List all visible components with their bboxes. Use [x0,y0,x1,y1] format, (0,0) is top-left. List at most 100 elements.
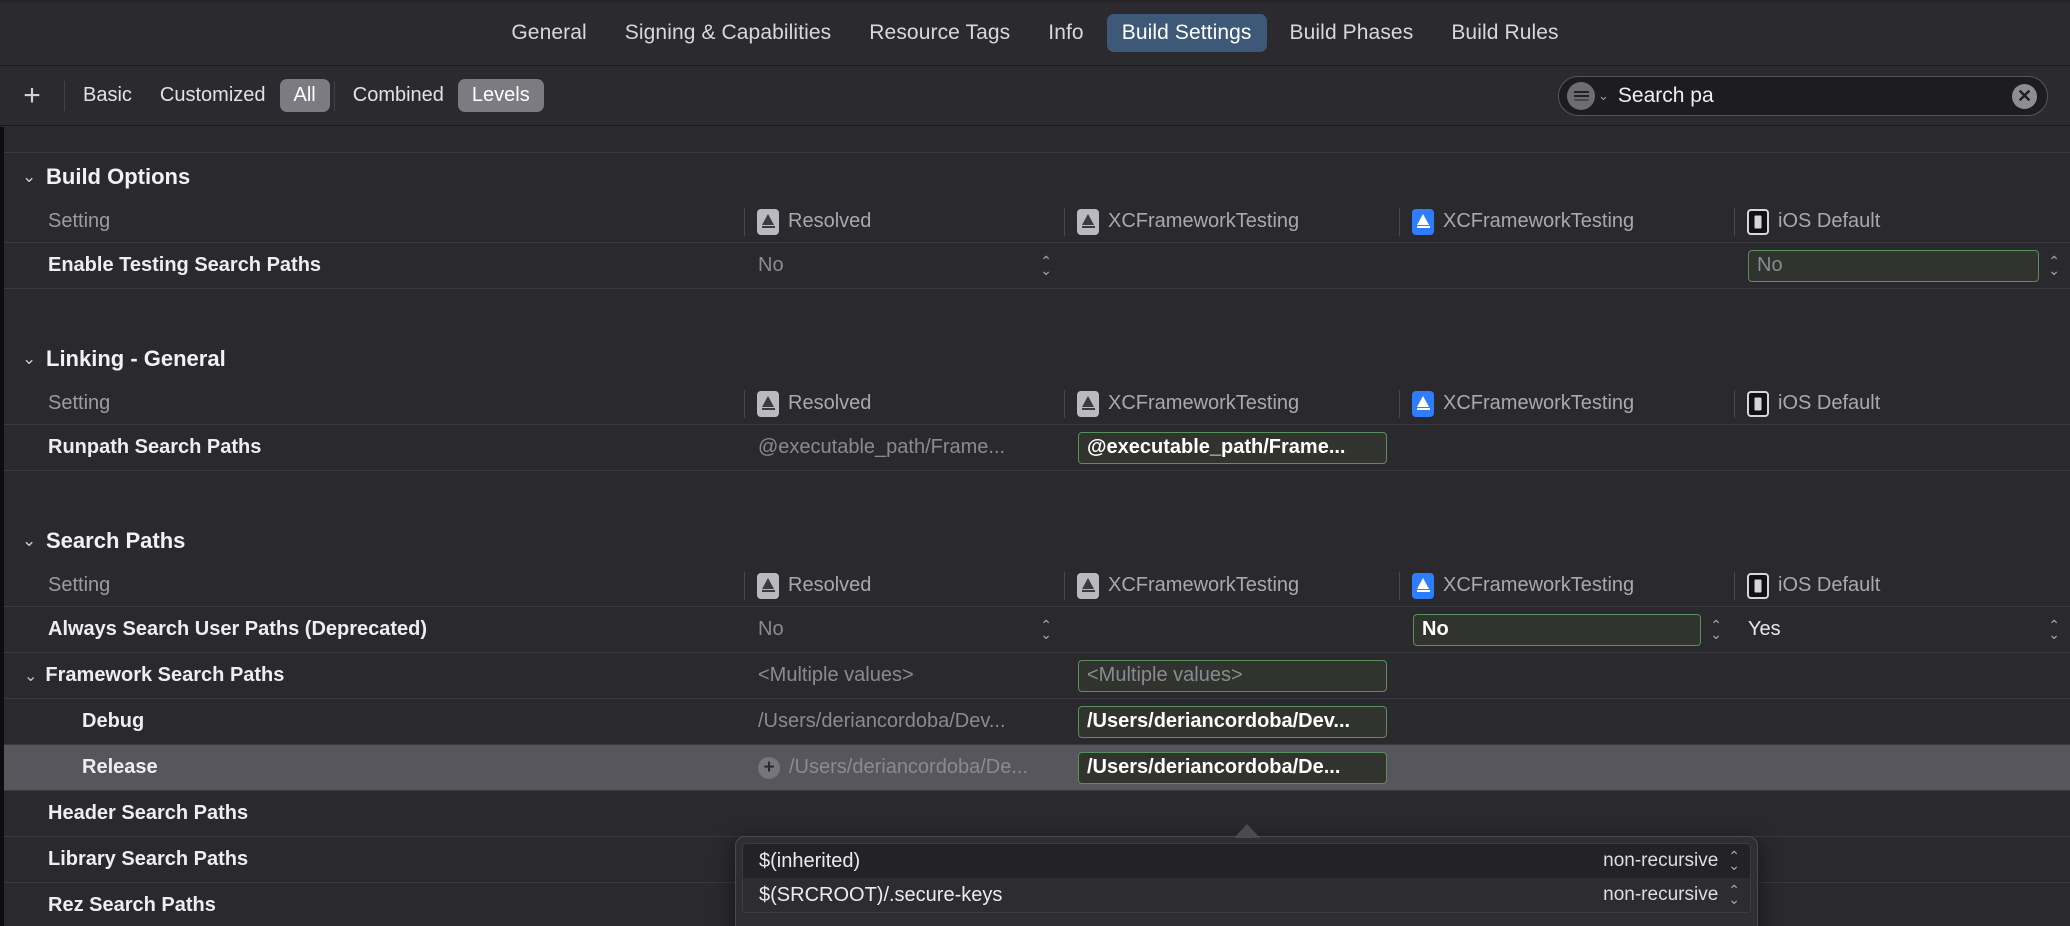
setting-value-text: /Users/deriancordoba/De... [789,756,1029,778]
search-field[interactable]: ⌄ Search pa ✕ [1558,76,2048,116]
popover-value-list[interactable]: $(inherited) non-recursive ⌃ ⌄ $(SRCROOT)… [742,843,1751,913]
table-row[interactable]: Header Search Paths [4,791,2070,837]
setting-value-cell[interactable]: /Users/deriancordoba/Dev... [744,699,1062,744]
setting-value-cell[interactable]: No ⌃ ⌄ [1734,243,2070,288]
popover-recursion-value: non-recursive [1603,850,1719,871]
popover-path-value: $(inherited) [759,849,861,872]
column-header-config-1[interactable]: XCFrameworkTesting [1064,201,1397,242]
chevron-down-icon[interactable]: ⌄ [22,167,46,187]
table-row[interactable]: Debug/Users/deriancordoba/Dev... /Users/d… [4,699,2070,745]
setting-value-cell[interactable]: + /Users/deriancordoba/De... [744,745,1062,790]
column-header-label: iOS Default [1778,392,1881,414]
value-edit-field[interactable]: @executable_path/Frame... [1078,431,1387,464]
setting-value-cell[interactable]: /Users/deriancordoba/Dev... [1064,699,1397,744]
column-header-label: iOS Default [1778,210,1881,232]
value-edit-field[interactable]: No [1413,613,1702,646]
setting-name: Library Search Paths [48,848,249,870]
table-row[interactable]: Always Search User Paths (Deprecated) No ⌃… [4,607,2070,653]
setting-value-cell[interactable]: No ⌃ ⌄ [744,607,1062,652]
chevron-down-icon[interactable]: ⌄ [22,349,46,369]
column-header-label: XCFrameworkTesting [1108,574,1300,596]
search-input[interactable]: Search pa [1618,84,2012,108]
app-icon-gray [757,390,779,417]
column-header-config-2[interactable]: XCFrameworkTesting [1399,565,1732,606]
column-header-resolved[interactable]: Resolved [744,201,1062,242]
add-setting-button[interactable]: + [14,78,50,114]
value-edit-field[interactable]: /Users/deriancordoba/De... [1078,751,1387,784]
build-settings-table[interactable]: ⌄ Build Options Setting Resolved XCFramework… [0,127,2070,926]
filter-combined-button[interactable]: Combined [339,79,458,112]
setting-value-cell[interactable]: @executable_path/Frame... [1064,425,1397,470]
filter-basic-button[interactable]: Basic [69,79,146,112]
clear-search-icon[interactable]: ✕ [2012,83,2037,109]
filter-levels-button[interactable]: Levels [457,79,544,112]
value-edit-field[interactable]: /Users/deriancordoba/Dev... [1078,705,1387,738]
column-header-ios-default[interactable]: iOS Default [1734,565,2070,606]
tab-signing-capabilities[interactable]: Signing & Capabilities [610,14,847,52]
value-stepper[interactable]: ⌃ ⌄ [1710,618,1722,641]
column-header-setting: Setting [48,574,111,596]
popover-recursion-stepper[interactable]: ⌃ ⌄ [1728,883,1740,906]
tab-resource-tags[interactable]: Resource Tags [854,14,1025,52]
setting-value-cell[interactable]: No ⌃ ⌄ [1399,607,1732,652]
tab-build-phases[interactable]: Build Phases [1275,14,1429,52]
value-stepper[interactable]: ⌃ ⌄ [2048,618,2060,641]
search-paths-popover[interactable]: $(inherited) non-recursive ⌃ ⌄ $(SRCROOT)… [735,824,1758,926]
app-icon-gray [757,208,779,235]
value-stepper[interactable]: ⌃ ⌄ [1040,618,1052,641]
setting-value-cell[interactable]: <Multiple values> [744,653,1062,698]
table-row[interactable]: Runpath Search Paths @executable_path/Fra… [4,425,2070,471]
tab-general[interactable]: General [496,14,601,52]
tab-info[interactable]: Info [1033,14,1098,52]
chevron-down-icon[interactable]: ⌄ [1598,88,1609,104]
list-item[interactable]: $(inherited) non-recursive ⌃ ⌄ [743,844,1750,878]
settings-group-header[interactable]: ⌄ Search Paths [4,517,2070,565]
value-edit-field[interactable]: <Multiple values> [1078,659,1387,692]
app-icon-gray [757,572,779,599]
column-header-config-2[interactable]: XCFrameworkTesting [1399,383,1732,424]
column-header-label: XCFrameworkTesting [1108,210,1300,232]
filter-lines-icon[interactable] [1567,82,1595,110]
value-edit-field[interactable]: No [1748,249,2040,282]
tab-build-rules[interactable]: Build Rules [1436,14,1573,52]
filter-customized-button[interactable]: Customized [146,79,280,112]
toolbar-divider-1 [64,80,65,111]
setting-name: Runpath Search Paths [48,436,262,458]
filter-all-button[interactable]: All [279,79,330,112]
table-row[interactable]: Enable Testing Search Paths No ⌃ ⌄ No ⌃ ⌄ [4,243,2070,289]
list-item[interactable]: $(SRCROOT)/.secure-keys non-recursive ⌃ ⌄ [743,878,1750,912]
setting-value-text: @executable_path/Frame... [1087,436,1346,458]
chevron-down-icon[interactable]: ⌄ [24,666,37,686]
column-header-ios-default[interactable]: iOS Default [1734,383,2070,424]
table-row[interactable]: ⌄ Framework Search Paths <Multiple values>… [4,653,2070,699]
setting-value-cell[interactable]: Yes ⌃ ⌄ [1734,607,2070,652]
setting-value-cell[interactable]: /Users/deriancordoba/De... [1064,745,1397,790]
setting-value-cell[interactable]: <Multiple values> [1064,653,1397,698]
column-header-ios-default[interactable]: iOS Default [1734,201,2070,242]
column-header-config-1[interactable]: XCFrameworkTesting [1064,565,1397,606]
settings-group-title: Build Options [46,164,191,189]
column-header-config-2[interactable]: XCFrameworkTesting [1399,201,1732,242]
settings-group-header[interactable]: ⌄ Linking - General [4,335,2070,383]
setting-value-cell[interactable]: @executable_path/Frame... [744,425,1062,470]
value-stepper[interactable]: ⌃ ⌄ [2048,254,2060,277]
app-icon-gray [1077,208,1099,235]
column-header-resolved[interactable]: Resolved [744,383,1062,424]
column-header-label: XCFrameworkTesting [1108,392,1300,414]
app-icon-gray [1077,572,1099,599]
tab-build-settings[interactable]: Build Settings [1106,13,1267,52]
value-stepper[interactable]: ⌃ ⌄ [1040,254,1052,277]
setting-value-cell[interactable]: No ⌃ ⌄ [744,243,1062,288]
column-header-label: XCFrameworkTesting [1443,210,1635,232]
setting-value-text: <Multiple values> [758,664,914,686]
settings-group-header[interactable]: ⌄ Build Options [4,153,2070,201]
add-value-icon[interactable]: + [758,756,780,779]
column-header-config-1[interactable]: XCFrameworkTesting [1064,383,1397,424]
column-header-label: XCFrameworkTesting [1443,392,1635,414]
popover-recursion-stepper[interactable]: ⌃ ⌄ [1728,849,1740,872]
table-row[interactable]: Release + /Users/deriancordoba/De... /Users… [4,745,2070,791]
chevron-down-icon[interactable]: ⌄ [22,531,46,551]
setting-value-text: <Multiple values> [1087,664,1243,686]
app-icon-blue [1412,208,1434,235]
column-header-resolved[interactable]: Resolved [744,565,1062,606]
